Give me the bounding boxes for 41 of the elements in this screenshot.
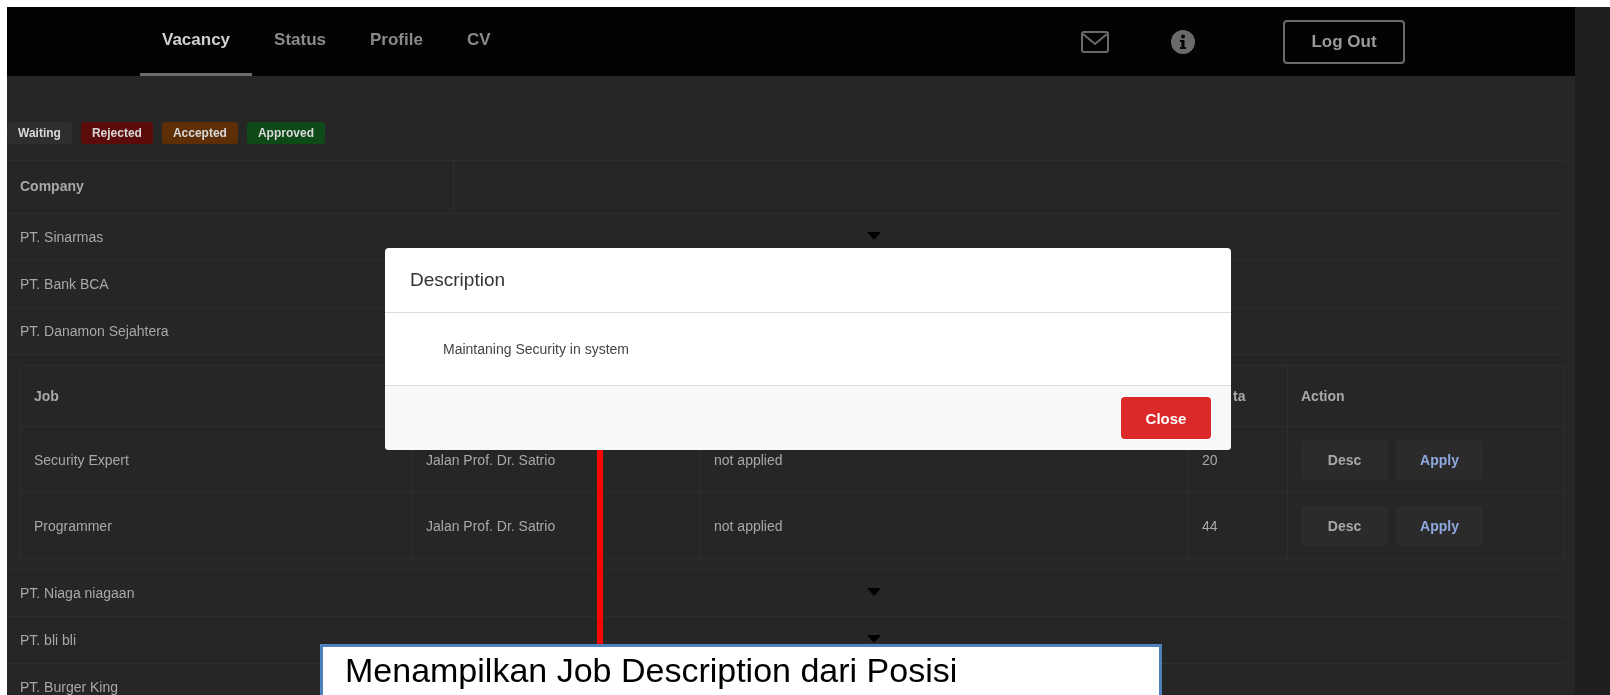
company-name[interactable]: PT. bli bli — [20, 632, 77, 648]
company-name[interactable]: PT. Burger King — [20, 679, 119, 695]
mail-icon[interactable] — [1081, 30, 1109, 53]
company-name[interactable]: PT. Niaga niagaan — [20, 585, 135, 601]
dropdown-arrow-icon[interactable] — [867, 635, 881, 643]
info-icon[interactable] — [1171, 29, 1195, 54]
table-cell: 44 — [1202, 517, 1218, 534]
status-badge: Accepted — [161, 122, 238, 144]
table-cell: not applied — [714, 451, 783, 468]
dropdown-arrow-icon[interactable] — [867, 232, 881, 240]
apply-button[interactable]: Apply — [1396, 505, 1483, 546]
column-header: Action — [1301, 388, 1345, 404]
modal-title: Description — [410, 269, 506, 291]
description-text: Maintaning Security in system — [443, 341, 629, 357]
table-cell: Jalan Prof. Dr. Satrio — [426, 517, 556, 534]
company-name[interactable]: PT. Bank BCA — [20, 276, 109, 292]
table-cell: Jalan Prof. Dr. Satrio — [426, 451, 556, 468]
column-header: Job — [34, 388, 59, 404]
table-cell: not applied — [714, 517, 783, 534]
status-badge: Waiting — [7, 122, 72, 144]
scrollbar[interactable] — [1575, 7, 1610, 695]
nav-tab[interactable]: CV — [444, 7, 513, 76]
column-header: Company — [7, 161, 454, 213]
nav-tab[interactable]: Profile — [348, 7, 445, 76]
desc-button[interactable]: Desc — [1301, 505, 1388, 546]
logout-button[interactable]: Log Out — [1283, 19, 1405, 64]
table-cell: Security Expert — [34, 451, 129, 468]
status-badge: Approved — [246, 122, 325, 144]
table-cell: Programmer — [34, 517, 112, 534]
table-cell: 20 — [1202, 451, 1218, 468]
company-name[interactable]: PT. Sinarmas — [20, 229, 104, 245]
nav-tab[interactable]: Vacancy — [140, 7, 253, 76]
status-badge: Rejected — [80, 122, 153, 144]
desc-button[interactable]: Desc — [1301, 439, 1388, 480]
dropdown-arrow-icon[interactable] — [867, 588, 881, 596]
column-header: ta — [1233, 388, 1246, 404]
close-button[interactable]: Close — [1121, 397, 1211, 439]
apply-button[interactable]: Apply — [1396, 439, 1483, 480]
nav-tab[interactable]: Status — [252, 7, 349, 76]
company-name[interactable]: PT. Danamon Sejahtera — [20, 323, 169, 339]
callout-text: Menampilkan Job Description dari Posisi — [345, 651, 958, 689]
